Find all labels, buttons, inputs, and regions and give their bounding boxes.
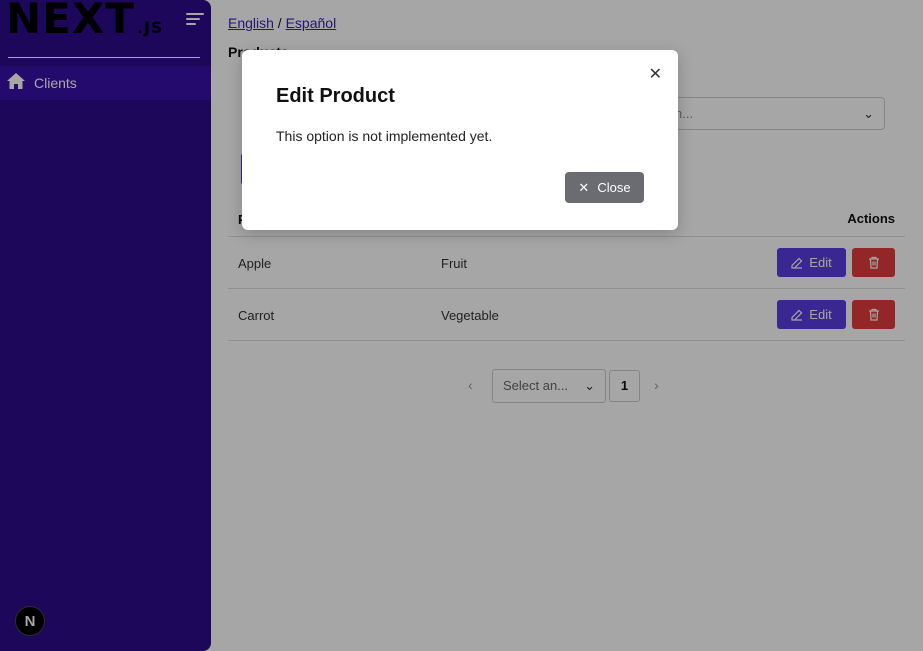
- close-button[interactable]: ✕ Close: [565, 172, 644, 203]
- modal-body-text: This option is not implemented yet.: [276, 128, 493, 144]
- modal-title: Edit Product: [276, 85, 395, 107]
- edit-product-modal: ✕ Edit Product This option is not implem…: [242, 50, 678, 230]
- close-icon: ✕: [578, 179, 590, 195]
- close-icon[interactable]: ✕: [649, 64, 662, 84]
